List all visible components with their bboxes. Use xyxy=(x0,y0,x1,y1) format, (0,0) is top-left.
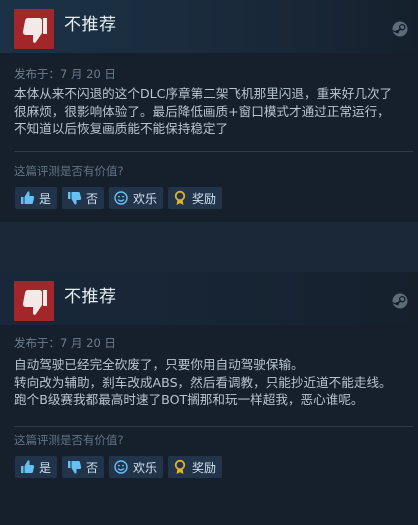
award-ribbon-icon xyxy=(172,459,188,475)
vote-funny-label: 欢乐 xyxy=(133,191,158,206)
review-text: 本体从来不闪退的这个DLC序章第二架飞机那里闪退，重来好几次了 很麻烦，很影响体… xyxy=(14,86,393,136)
vote-funny-label: 欢乐 xyxy=(133,460,158,475)
vote-funny-button[interactable]: 欢乐 xyxy=(109,456,164,478)
award-ribbon-icon xyxy=(172,190,188,206)
thumbs-down-icon xyxy=(66,459,82,475)
steam-icon xyxy=(392,21,408,37)
posted-date: 发布于：7 月 20 日 xyxy=(14,336,116,350)
award-label: 奖励 xyxy=(192,460,217,475)
vote-no-label: 否 xyxy=(86,191,99,206)
verdict-label: 不推荐 xyxy=(64,287,117,307)
divider xyxy=(14,426,413,427)
vote-funny-button[interactable]: 欢乐 xyxy=(109,187,164,209)
award-button[interactable]: 奖励 xyxy=(168,187,223,209)
helpful-prompt: 这篇评测是否有价值? xyxy=(14,164,124,178)
vote-yes-button[interactable]: 是 xyxy=(15,187,58,209)
verdict-thumbs-down-icon xyxy=(14,9,54,49)
review-text: 自动驾驶已经完全砍废了，只要你用自动驾驶保输。 转向改为辅助，刹车改成ABS，然… xyxy=(14,357,392,407)
vote-yes-button[interactable]: 是 xyxy=(15,456,58,478)
vote-buttons: 是 否 欢乐 奖励 xyxy=(15,456,223,478)
smiley-icon xyxy=(113,459,129,475)
thumbs-up-icon xyxy=(19,459,35,475)
vote-buttons: 是 否 欢乐 奖励 xyxy=(15,187,223,209)
review-card: 不推荐 发布于：7 月 20 日 自动驾驶已经完全砍废了，只要你用自动驾驶保输。… xyxy=(0,272,418,525)
smiley-icon xyxy=(113,190,129,206)
helpful-prompt: 这篇评测是否有价值? xyxy=(14,433,124,447)
vote-no-button[interactable]: 否 xyxy=(62,456,105,478)
vote-yes-label: 是 xyxy=(39,460,52,475)
steam-icon xyxy=(392,293,408,309)
vote-no-button[interactable]: 否 xyxy=(62,187,105,209)
divider xyxy=(14,151,413,152)
review-card: 不推荐 发布于：7 月 20 日 本体从来不闪退的这个DLC序章第二架飞机那里闪… xyxy=(0,0,418,222)
posted-date: 发布于：7 月 20 日 xyxy=(14,67,116,81)
review-header: 不推荐 xyxy=(0,0,418,53)
award-label: 奖励 xyxy=(192,191,217,206)
vote-no-label: 否 xyxy=(86,460,99,475)
thumbs-down-icon xyxy=(66,190,82,206)
vote-yes-label: 是 xyxy=(39,191,52,206)
verdict-thumbs-down-icon xyxy=(14,281,54,321)
award-button[interactable]: 奖励 xyxy=(168,456,223,478)
thumbs-up-icon xyxy=(19,190,35,206)
review-header: 不推荐 xyxy=(0,272,418,325)
verdict-label: 不推荐 xyxy=(64,15,117,35)
